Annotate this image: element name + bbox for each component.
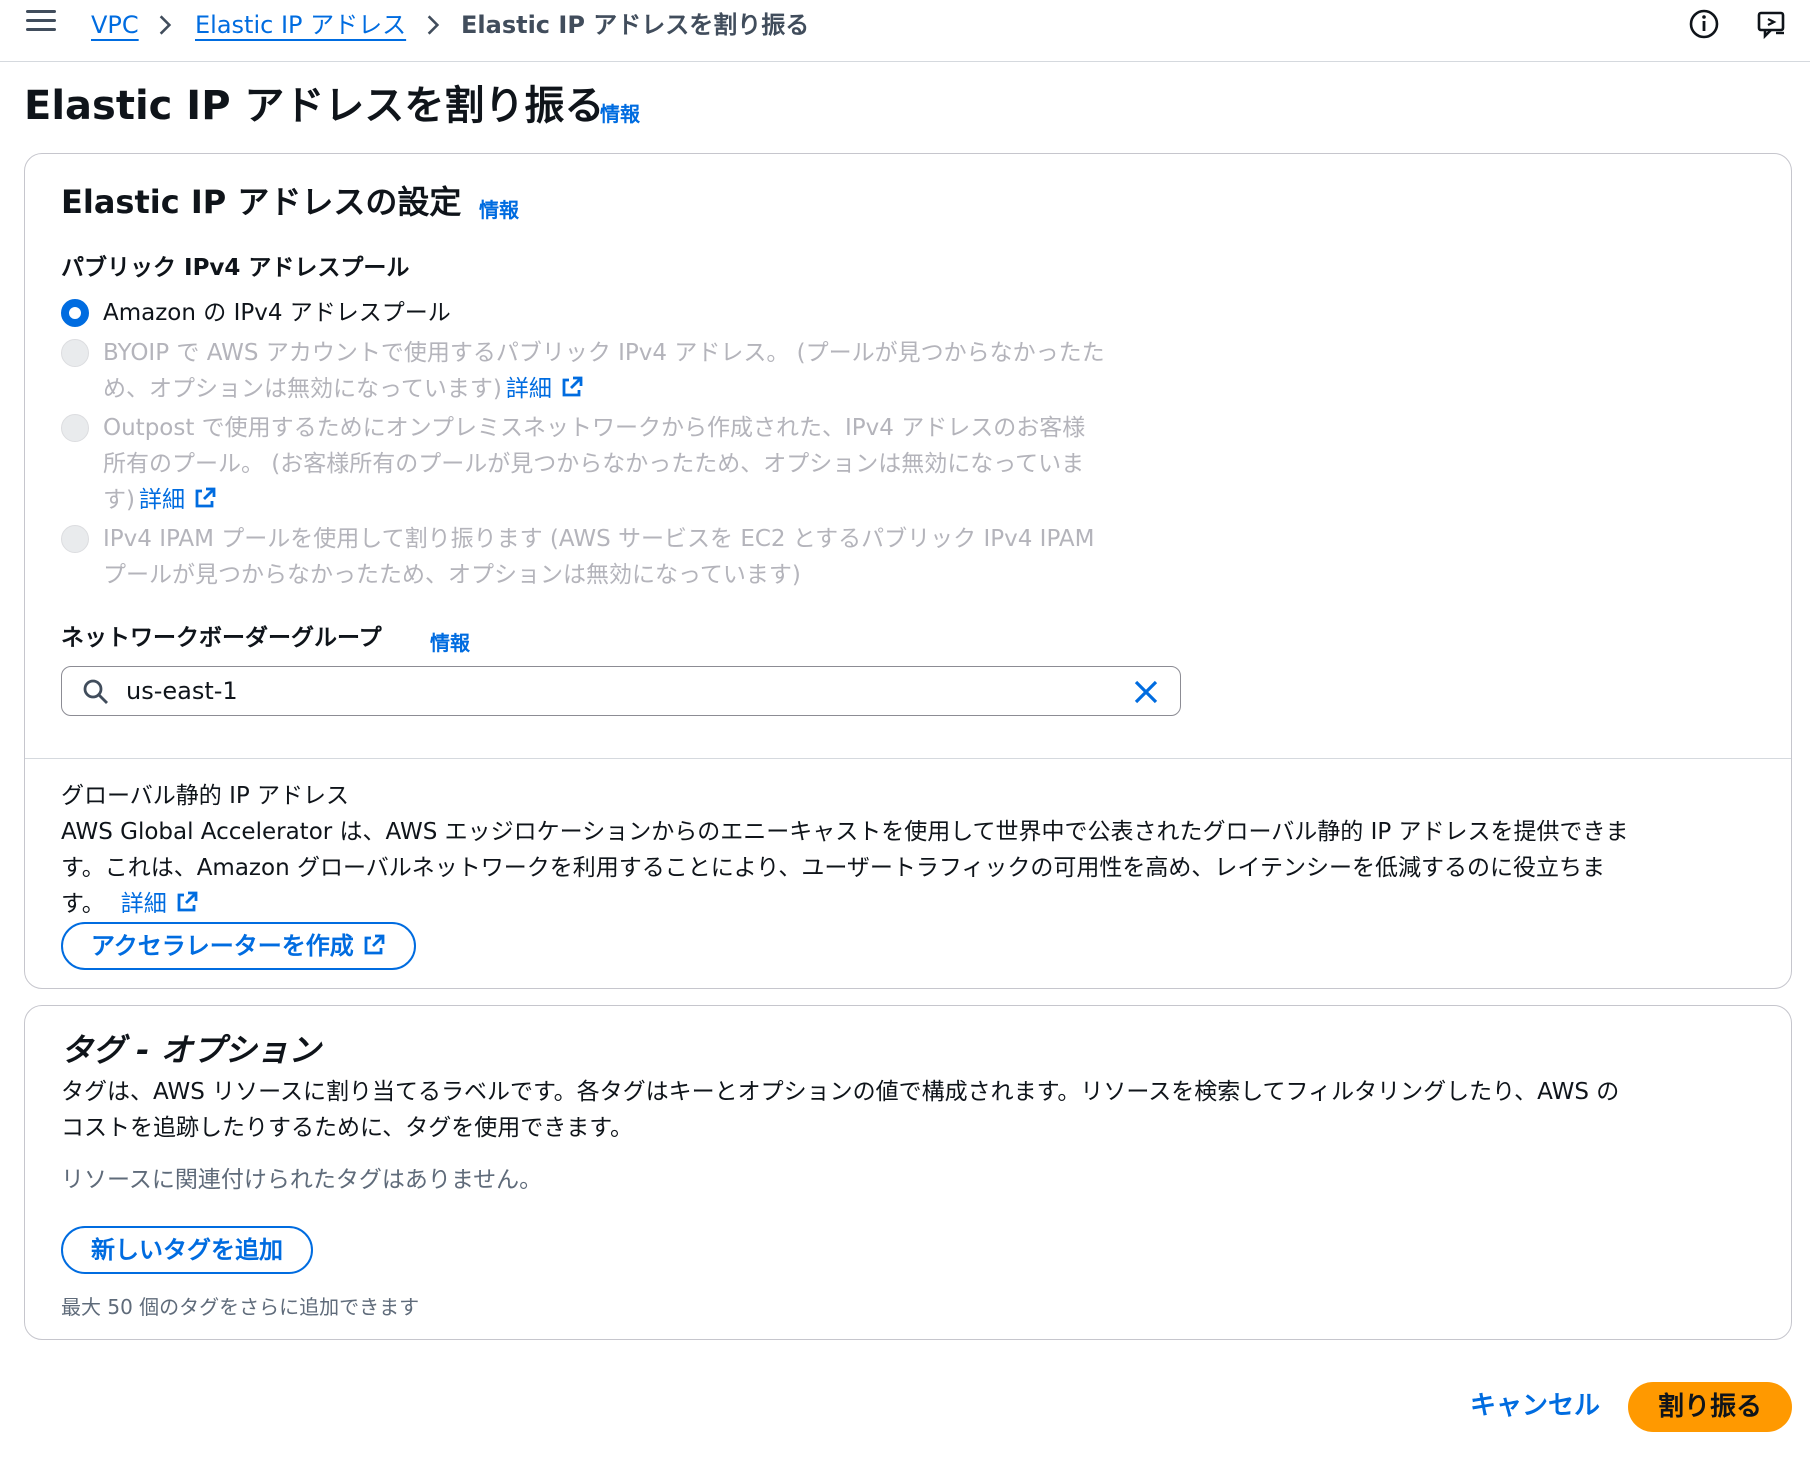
- breadcrumb-current: Elastic IP アドレスを割り振る: [461, 11, 810, 39]
- option-outpost-line2: 所有のプール。 (お客様所有のプールが見つからなかったため、オプションは無効にな…: [103, 451, 1085, 477]
- radio-outpost: [61, 414, 89, 442]
- network-border-group-value: us-east-1: [126, 677, 238, 705]
- option-ipam-line1: IPv4 IPAM プールを使用して割り振ります (AWS サービスを EC2 …: [103, 526, 1095, 552]
- tags-empty-text: リソースに関連付けられたタグはありません。: [61, 1167, 543, 1193]
- elastic-ip-settings-panel: Elastic IP アドレスの設定 情報 パブリック IPv4 アドレスプール…: [24, 153, 1792, 989]
- allocate-button[interactable]: 割り振る: [1628, 1382, 1792, 1432]
- tags-panel: タグ - オプション タグは、AWS リソースに割り当てるラベルです。各タグはキ…: [24, 1005, 1792, 1340]
- page-title: Elastic IP アドレスを割り振る: [24, 83, 605, 129]
- top-navigation-bar: VPC Elastic IP アドレス Elastic IP アドレスを割り振る: [0, 0, 1810, 62]
- external-link-icon: [195, 487, 216, 508]
- cancel-button[interactable]: キャンセル: [1470, 1388, 1600, 1424]
- create-accelerator-button[interactable]: アクセラレーターを作成: [61, 922, 416, 970]
- menu-icon[interactable]: [26, 10, 56, 36]
- radio-ipam: [61, 525, 89, 553]
- option-byoip-line1: BYOIP で AWS アカウントで使用するパブリック IPv4 アドレス。 (…: [103, 340, 1105, 366]
- breadcrumb-vpc[interactable]: VPC: [91, 9, 139, 41]
- add-tag-button[interactable]: 新しいタグを追加: [61, 1226, 313, 1274]
- external-link-icon: [364, 934, 385, 955]
- external-link-icon: [562, 376, 583, 397]
- settings-info-link[interactable]: 情報: [479, 194, 519, 223]
- global-ip-desc-line3: す。 詳細: [61, 886, 199, 922]
- global-ip-desc-line1: AWS Global Accelerator は、AWS エッジロケーションから…: [61, 819, 1629, 845]
- radio-amazon-pool[interactable]: [61, 299, 89, 327]
- tags-desc-line2: コストを追跡したりするために、タグを使用できます。: [61, 1115, 634, 1141]
- option-ipam-line2: プールが見つからなかったため、オプションは無効になっています): [103, 562, 801, 588]
- tags-limit-text: 最大 50 個のタグをさらに追加できます: [61, 1295, 420, 1319]
- radio-byoip: [61, 339, 89, 367]
- outpost-learn-more-link[interactable]: 詳細: [139, 487, 185, 513]
- option-byoip-line2: め、オプションは無効になっています) 詳細: [103, 371, 584, 407]
- network-border-group-input[interactable]: us-east-1: [61, 666, 1181, 716]
- nbg-info-link[interactable]: 情報: [430, 627, 470, 656]
- info-circle-icon[interactable]: [1686, 6, 1722, 42]
- global-ip-title: グローバル静的 IP アドレス: [61, 783, 350, 809]
- feedback-icon[interactable]: [1754, 6, 1790, 42]
- search-icon: [83, 679, 108, 704]
- page-info-link[interactable]: 情報: [600, 98, 640, 127]
- tags-title: タグ - オプション: [61, 1031, 321, 1069]
- clear-icon[interactable]: [1132, 678, 1160, 706]
- global-accelerator-learn-more-link[interactable]: 詳細: [121, 891, 167, 917]
- section-divider: [25, 758, 1791, 759]
- network-border-group-label: ネットワークボーダーグループ: [61, 625, 382, 651]
- breadcrumb-elastic-ip[interactable]: Elastic IP アドレス: [195, 9, 406, 41]
- settings-title: Elastic IP アドレスの設定: [61, 183, 462, 221]
- pool-label: パブリック IPv4 アドレスプール: [61, 255, 410, 281]
- option-outpost-line3: す) 詳細: [103, 482, 217, 518]
- external-link-icon: [177, 891, 198, 912]
- chevron-right-icon: [427, 15, 440, 35]
- byoip-learn-more-link[interactable]: 詳細: [506, 376, 552, 402]
- global-ip-desc-line2: す。これは、Amazon グローバルネットワークを利用することにより、ユーザート…: [61, 855, 1605, 881]
- option-outpost-line1: Outpost で使用するためにオンプレミスネットワークから作成された、IPv4…: [103, 415, 1086, 441]
- chevron-right-icon: [159, 15, 172, 35]
- tags-desc-line1: タグは、AWS リソースに割り当てるラベルです。各タグはキーとオプションの値で構…: [61, 1079, 1620, 1105]
- option-amazon-pool-label: Amazon の IPv4 アドレスプール: [103, 300, 451, 326]
